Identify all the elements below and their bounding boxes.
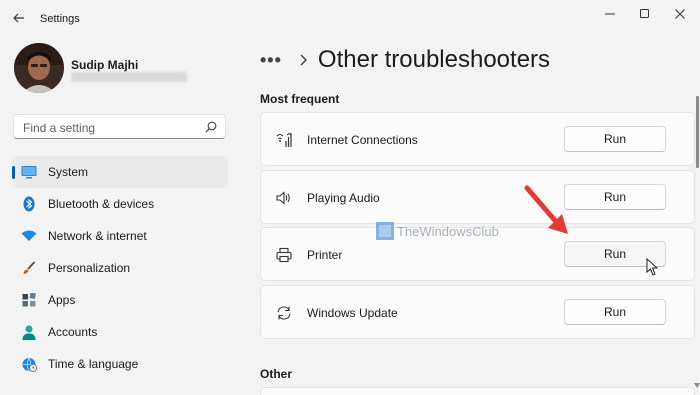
section-other-label: Other [260, 367, 293, 381]
other-troubleshooter-card [260, 387, 695, 395]
sidebar-item-label: Accounts [48, 325, 98, 339]
sidebar-item-label: System [48, 165, 89, 179]
chevron-right-icon [300, 54, 307, 66]
troubleshooter-label: Internet Connections [307, 133, 418, 147]
person-icon [21, 324, 37, 340]
breadcrumb: ••• Other troubleshooters [260, 44, 550, 76]
sidebar-item-system[interactable]: System [12, 156, 228, 188]
sync-icon [277, 306, 291, 320]
sidebar-item-accounts[interactable]: Accounts [12, 316, 228, 348]
avatar-photo [14, 43, 64, 93]
watermark-text: TheWindowsClub [397, 223, 499, 239]
signal-icon [276, 132, 292, 147]
breadcrumb-more-button[interactable]: ••• [260, 50, 282, 71]
sidebar-item-apps[interactable]: Apps [12, 284, 228, 316]
troubleshooter-card-windows-update: Windows Update Run [260, 285, 695, 339]
run-button-internet[interactable]: Run [564, 126, 666, 152]
thewindowsclub-logo-icon [376, 222, 394, 240]
troubleshooter-card-audio: Playing Audio Run [260, 170, 695, 224]
sidebar-item-label: Personalization [48, 261, 131, 275]
title-bar: Settings [0, 0, 700, 36]
search-placeholder: Find a setting [23, 121, 96, 135]
run-button-windows-update[interactable]: Run [564, 299, 666, 325]
troubleshooter-label: Windows Update [307, 306, 398, 320]
sidebar-item-label: Apps [48, 293, 76, 307]
maximize-button[interactable] [631, 6, 659, 22]
sidebar-item-personalization[interactable]: Personalization [12, 252, 228, 284]
troubleshooter-label: Printer [307, 248, 343, 262]
sidebar-item-time-language[interactable]: Time & language [12, 348, 228, 380]
minimize-button[interactable] [596, 6, 624, 22]
search-icon[interactable] [205, 121, 217, 133]
sidebar-item-label: Time & language [48, 357, 139, 371]
sidebar-item-bluetooth[interactable]: Bluetooth & devices [12, 188, 228, 220]
brush-icon [21, 260, 37, 276]
bluetooth-icon [21, 196, 37, 212]
search-input[interactable]: Find a setting [13, 114, 226, 139]
scroll-down-arrow-icon[interactable] [694, 383, 700, 388]
speaker-icon [276, 191, 290, 205]
wifi-icon [21, 228, 37, 244]
user-name: Sudip Majhi [71, 58, 139, 72]
sidebar-item-label: Bluetooth & devices [48, 197, 155, 211]
watermark: TheWindowsClub [376, 222, 499, 240]
back-arrow-icon [13, 13, 24, 23]
globe-clock-icon [21, 356, 37, 372]
troubleshooter-card-internet: Internet Connections Run [260, 112, 695, 166]
close-icon [675, 9, 685, 19]
apps-icon [21, 292, 37, 308]
maximize-icon [640, 9, 649, 18]
back-button[interactable] [10, 10, 28, 26]
annotation-arrow-icon [524, 185, 568, 234]
user-email-redacted [71, 72, 187, 82]
monitor-icon [21, 164, 37, 180]
page-title: Other troubleshooters [317, 46, 551, 73]
section-most-frequent-label: Most frequent [260, 92, 340, 106]
avatar[interactable] [14, 43, 64, 93]
scrollbar-thumb[interactable] [696, 96, 699, 168]
printer-icon [276, 247, 292, 263]
sidebar-nav: System Bluetooth & devices Network & int… [12, 156, 228, 380]
troubleshooter-label: Playing Audio [307, 191, 380, 205]
close-button[interactable] [666, 6, 694, 22]
app-title: Settings [40, 13, 80, 25]
run-button-audio[interactable]: Run [564, 184, 666, 210]
sidebar-item-network[interactable]: Network & internet [12, 220, 228, 252]
sidebar-item-label: Network & internet [48, 229, 147, 243]
mouse-cursor-icon [646, 258, 658, 276]
minimize-icon [605, 13, 615, 15]
